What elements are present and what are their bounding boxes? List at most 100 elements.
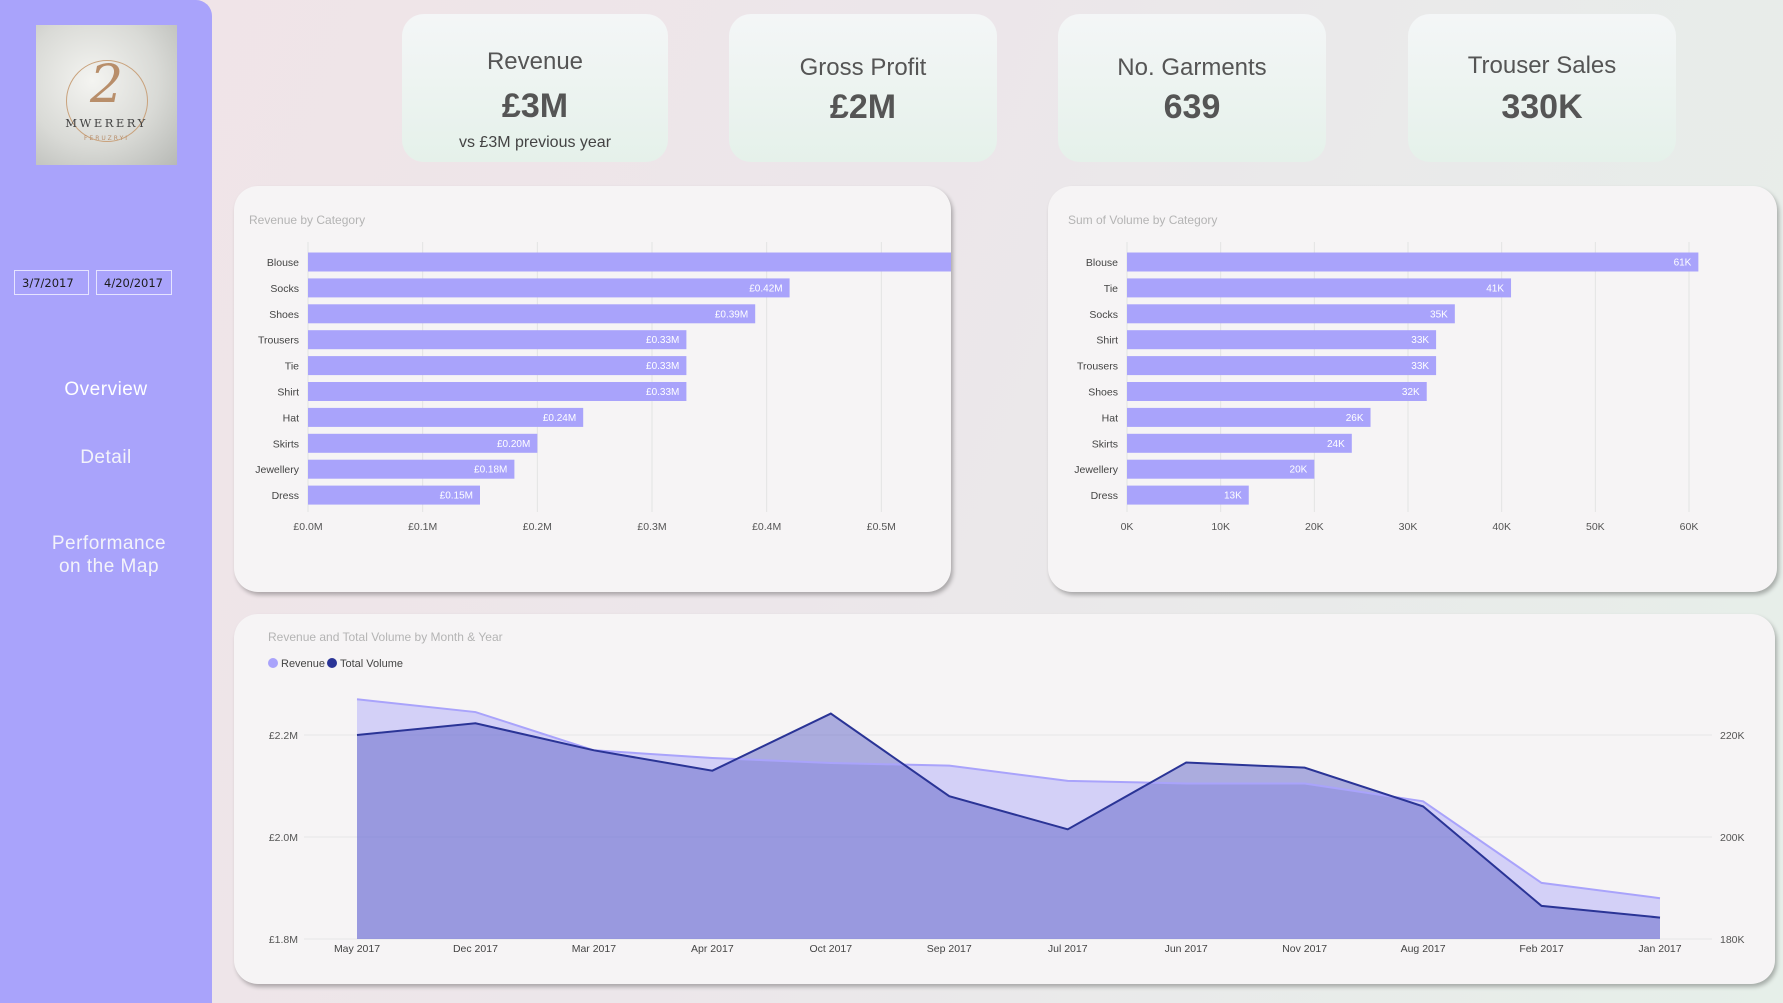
bar-value-label: 24K: [1327, 439, 1345, 450]
category-label: Tie: [1104, 283, 1118, 295]
category-label: Blouse: [267, 257, 299, 269]
bar: [1127, 304, 1455, 324]
bar: [1127, 356, 1437, 376]
logo-brand: MWERERY: [65, 116, 148, 130]
bar: [308, 330, 687, 350]
x-tick-label: £0.1M: [408, 521, 437, 533]
category-label: Shirt: [1096, 335, 1118, 347]
category-label: Trousers: [1077, 361, 1118, 373]
category-label: Blouse: [1086, 257, 1118, 269]
bar: [1127, 252, 1699, 272]
x-tick-label: Sep 2017: [927, 943, 972, 955]
category-label: Shirt: [277, 387, 299, 399]
volume-area: [357, 713, 1660, 939]
nav-detail[interactable]: Detail: [0, 446, 212, 469]
category-label: Hat: [283, 412, 299, 424]
bar: [308, 252, 951, 272]
x-tick-label: 40K: [1492, 521, 1511, 533]
nav-map-line2: on the Map: [58, 556, 160, 577]
x-tick-label: £0.0M: [293, 521, 322, 533]
bar-value-label: £0.42M: [749, 283, 782, 294]
revenue-by-category-chart: £0.0M£0.1M£0.2M£0.3M£0.4M£0.5M£0.6MBlous…: [255, 242, 951, 533]
kpi-revenue-comparison: vs £3M previous year: [458, 134, 612, 151]
nav-performance-map[interactable]: Performance on the Map: [3, 532, 215, 578]
category-label: Skirts: [273, 438, 299, 450]
category-label: Dress: [272, 490, 299, 502]
bar-value-label: 41K: [1486, 283, 1504, 294]
y-left-tick-label: £1.8M: [269, 934, 298, 946]
bar: [1127, 459, 1315, 479]
bar-value-label: 61K: [1674, 258, 1692, 269]
kpi-garments-value: 639: [1163, 88, 1221, 126]
category-label: Shoes: [1088, 387, 1118, 399]
x-tick-label: 0K: [1121, 521, 1134, 533]
x-tick-label: £0.5M: [867, 521, 896, 533]
x-tick-label: Dec 2017: [453, 943, 498, 955]
x-tick-label: 50K: [1586, 521, 1605, 533]
legend-revenue-marker: [268, 658, 278, 668]
bar: [308, 356, 687, 376]
category-label: Jewellery: [255, 464, 300, 476]
legend-volume-marker: [327, 658, 337, 668]
x-tick-label: Apr 2017: [691, 943, 734, 955]
legend-revenue-label: Revenue: [281, 658, 325, 670]
revenue-by-category-card: Revenue by Category £0.0M £0.1M £0.2M £0.3M…: [234, 186, 951, 592]
x-tick-label: Feb 2017: [1519, 943, 1564, 955]
x-tick-label: Mar 2017: [572, 943, 617, 955]
kpi-gross-profit-card: Gross Profit £2M: [729, 14, 997, 162]
kpi-garments-label: No. Garments: [1117, 54, 1267, 81]
logo-tagline: FERUZRYI: [83, 135, 130, 142]
x-tick-label: Jul 2017: [1048, 943, 1088, 955]
bar-value-label: £0.33M: [646, 387, 679, 398]
x-tick-label: Nov 2017: [1282, 943, 1327, 955]
bar: [308, 382, 687, 401]
volume-by-category-card: Sum of Volume by Category 0K 10K 20K 30K 40K…: [1048, 186, 1777, 592]
company-logo: 2 MWERERY FERUZRYI: [36, 25, 177, 165]
x-tick-label: May 2017: [334, 943, 380, 955]
start-date-input[interactable]: 3/7/2017: [14, 270, 89, 295]
x-tick-label: 60K: [1680, 521, 1699, 533]
category-label: Skirts: [1092, 438, 1118, 450]
end-date-input[interactable]: 4/20/2017: [96, 270, 172, 295]
bar: [308, 278, 790, 298]
nav-map-line1: Performance: [51, 533, 167, 554]
bar-value-label: 33K: [1411, 361, 1429, 372]
revenue-volume-month-card: Revenue and Total Volume by Month & Year…: [234, 614, 1775, 984]
category-label: Socks: [270, 283, 299, 295]
x-tick-label: 20K: [1305, 521, 1324, 533]
bar-value-label: £0.18M: [474, 465, 507, 476]
bar: [1127, 278, 1512, 298]
x-tick-label: Jun 2017: [1165, 943, 1208, 955]
x-tick-label: £0.2M: [523, 521, 552, 533]
revenue-volume-month-chart: £1.8M £2.0M £2.2M 180K 200K 220K May 2017 Dec 2…: [268, 658, 1745, 955]
nav-overview[interactable]: Overview: [0, 378, 212, 401]
category-label: Trousers: [258, 335, 299, 347]
y-right-tick-label: 220K: [1720, 730, 1745, 742]
bar-value-label: 13K: [1224, 491, 1242, 502]
y-right-tick-label: 200K: [1720, 832, 1745, 844]
x-tick-label: 30K: [1399, 521, 1418, 533]
x-tick-label: Jan 2017: [1638, 943, 1681, 955]
y-right-tick-label: 180K: [1720, 934, 1745, 946]
bar-value-label: £0.33M: [646, 361, 679, 372]
volume-by-category-chart: 0K 10K 20K 30K 40K 50K 60K Blouse 61K Tie 41K Socks…: [1074, 242, 1699, 533]
category-label: Shoes: [269, 309, 299, 321]
kpi-revenue-value: £3M: [501, 87, 569, 125]
category-label: Dress: [1091, 490, 1118, 502]
kpi-gross-profit-label: Gross Profit: [799, 54, 927, 81]
bar-value-label: £0.20M: [497, 439, 530, 450]
kpi-revenue-label: Revenue: [486, 48, 584, 75]
x-tick-label: 10K: [1211, 521, 1230, 533]
legend-volume-label: Total Volume: [340, 658, 403, 670]
category-label: Hat: [1102, 412, 1118, 424]
kpi-trouser-sales-label: Trouser Sales: [1467, 52, 1617, 79]
kpi-trouser-sales-value: 330K: [1501, 88, 1583, 126]
bar: [1127, 407, 1371, 427]
bar: [1127, 330, 1437, 350]
bar: [1127, 382, 1427, 401]
bar-value-label: 35K: [1430, 309, 1448, 320]
x-tick-label: £0.4M: [752, 521, 781, 533]
category-label: Jewellery: [1074, 464, 1119, 476]
kpi-trouser-sales-card: Trouser Sales 330K: [1408, 14, 1676, 162]
kpi-revenue-card: Revenue £3M vs £3M previous year: [402, 14, 668, 162]
